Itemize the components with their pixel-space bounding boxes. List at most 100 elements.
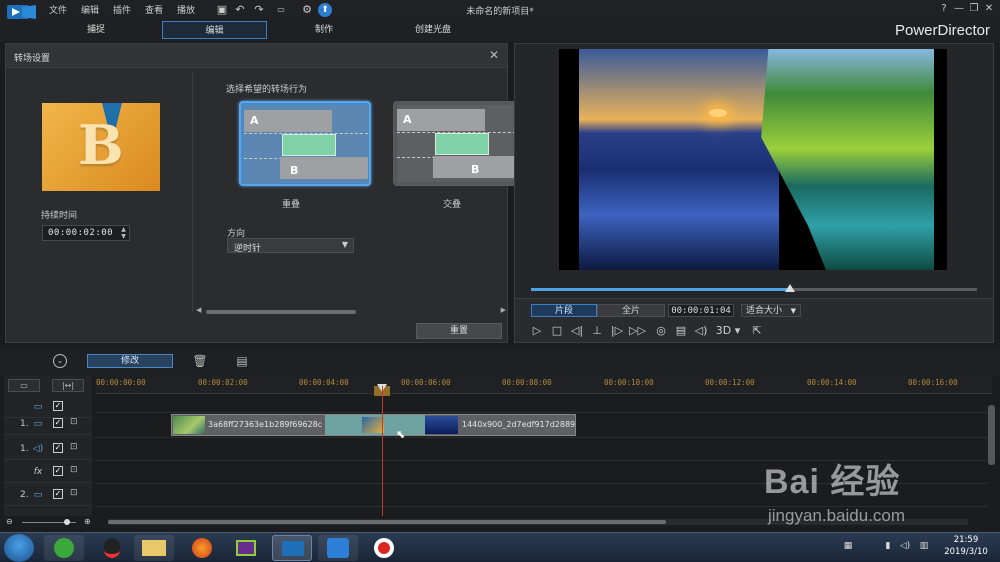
- option-cross-label: 交叠: [442, 200, 461, 210]
- menu-playback[interactable]: 播放: [177, 3, 195, 16]
- seekbar-handle[interactable]: [784, 284, 795, 292]
- track-enable-checkbox[interactable]: ✓: [53, 443, 63, 453]
- app-player-icon[interactable]: [318, 535, 358, 561]
- app-explorer-icon[interactable]: [134, 535, 174, 561]
- movie-mode-button[interactable]: 全片: [597, 304, 665, 317]
- upgrade-icon[interactable]: ⬆: [318, 3, 332, 17]
- scroll-right-icon[interactable]: ▶: [501, 306, 506, 314]
- app-360-icon[interactable]: [44, 535, 84, 561]
- fast-forward-icon[interactable]: ▷▷: [629, 323, 646, 339]
- video-clip[interactable]: 3a68ff27363e1b289f69628c 1440x900_2d7edf…: [171, 414, 576, 436]
- preview-controls: 片段 全片 00:00:01:04 适合大小 ▼ ▷ □ ◁| ⊥ |▷ ▷▷ ◎…: [515, 298, 993, 342]
- fit-size-select[interactable]: 适合大小 ▼: [741, 304, 801, 317]
- reset-button[interactable]: 重置: [416, 323, 502, 339]
- help-button[interactable]: ?: [938, 3, 950, 15]
- tray-keyboard-icon[interactable]: ▦: [842, 540, 854, 552]
- stop-icon[interactable]: □: [549, 323, 565, 339]
- menu-view[interactable]: 查看: [145, 3, 163, 16]
- video-track-icon: ▭: [33, 402, 43, 412]
- thumbnail-letter: B: [78, 113, 124, 177]
- save-icon[interactable]: ▣: [215, 3, 229, 17]
- split-icon[interactable]: ⊥: [589, 323, 605, 339]
- app-recorder-icon[interactable]: [364, 535, 404, 561]
- preview-panel: 片段 全片 00:00:01:04 适合大小 ▼ ▷ □ ◁| ⊥ |▷ ▷▷ ◎…: [514, 43, 994, 343]
- clip-mode-button[interactable]: 片段: [531, 304, 597, 317]
- restore-button[interactable]: ❐: [968, 3, 980, 15]
- track-manager-icon[interactable]: ▭: [8, 379, 40, 392]
- ruler-tick: 00:00:10:00: [604, 378, 654, 387]
- lock-icon[interactable]: ⊡: [70, 442, 80, 454]
- scroll-left-icon[interactable]: ◀: [196, 306, 201, 314]
- fit-timeline-icon[interactable]: |↔|: [52, 379, 84, 392]
- more-icon[interactable]: ▤: [234, 353, 250, 369]
- next-frame-icon[interactable]: |▷: [609, 323, 625, 339]
- track-enable-checkbox[interactable]: ✓: [53, 466, 63, 476]
- duration-value[interactable]: 00:00:02:00: [48, 228, 113, 238]
- scrollbar-thumb[interactable]: [206, 310, 356, 314]
- scrollbar-thumb[interactable]: [108, 520, 666, 524]
- ruler-tick: 00:00:06:00: [401, 378, 451, 387]
- expand-icon[interactable]: ⌄: [53, 354, 67, 368]
- menu-edit[interactable]: 编辑: [81, 3, 99, 16]
- direction-select[interactable]: 逆时针 ▼: [227, 238, 354, 254]
- settings-gear-icon[interactable]: ⚙: [300, 3, 314, 17]
- play-icon[interactable]: ▷: [529, 323, 545, 339]
- transition-block[interactable]: [325, 415, 425, 435]
- lock-icon[interactable]: ⊡: [70, 417, 80, 429]
- snapshot-icon[interactable]: ◎: [653, 323, 669, 339]
- ruler-tick: 00:00:14:00: [807, 378, 857, 387]
- options-scrollbar[interactable]: ◀ ▶: [196, 306, 506, 316]
- tray-date: 2019/3/10: [944, 547, 988, 557]
- tab-produce[interactable]: 制作: [284, 21, 364, 39]
- timeline-ruler[interactable]: 00:00:00:00 00:00:02:00 00:00:04:00 00:0…: [95, 376, 992, 394]
- tray-clock[interactable]: 21:59 2019/3/10: [936, 534, 996, 558]
- aspect-ratio-icon[interactable]: ▭: [272, 3, 290, 17]
- zoom-handle[interactable]: [64, 519, 70, 525]
- duration-spinner[interactable]: ▲ ▼: [119, 226, 128, 240]
- zoom-out-icon[interactable]: ⊖: [6, 517, 13, 526]
- timeline-zoom-slider[interactable]: ⊖ ⊕: [6, 517, 96, 527]
- app-powerdirector-icon[interactable]: [272, 535, 312, 561]
- undock-icon[interactable]: ⇱: [749, 323, 765, 339]
- tray-usb-icon[interactable]: ▮: [882, 540, 894, 552]
- track-enable-checkbox[interactable]: ✓: [53, 418, 63, 428]
- app-firefox-icon[interactable]: [182, 535, 222, 561]
- tab-edit[interactable]: 编辑: [162, 21, 267, 39]
- lock-icon[interactable]: ⊡: [70, 465, 80, 477]
- volume-icon[interactable]: ◁): [693, 323, 709, 339]
- option-cross[interactable]: A B: [393, 101, 525, 186]
- track-row-video-2: 2. ▭ ✓ ⊡: [4, 484, 92, 506]
- app-cyberlink-icon[interactable]: [226, 535, 266, 561]
- menu-plugins[interactable]: 插件: [113, 3, 131, 16]
- preview-seekbar[interactable]: [531, 284, 977, 292]
- tray-network-icon[interactable]: ▥: [918, 540, 930, 552]
- track-enable-checkbox[interactable]: ✓: [53, 489, 63, 499]
- subtitle-icon[interactable]: ▤: [673, 323, 689, 339]
- video-track-icon: ▭: [33, 490, 43, 500]
- option-overlap[interactable]: A B: [239, 101, 371, 186]
- tab-capture[interactable]: 捕捉: [56, 21, 136, 39]
- audio-track-icon: ◁): [32, 444, 44, 454]
- close-icon[interactable]: ✕: [489, 48, 499, 62]
- redo-icon[interactable]: ↷: [252, 3, 266, 17]
- duration-input[interactable]: 00:00:02:00 ▲ ▼: [42, 225, 130, 241]
- zoom-in-icon[interactable]: ⊕: [84, 517, 91, 526]
- start-button-icon[interactable]: [4, 534, 34, 562]
- delete-icon[interactable]: 🗑: [192, 353, 208, 369]
- preview-timecode[interactable]: 00:00:01:04: [668, 304, 734, 317]
- preview-canvas[interactable]: [559, 49, 947, 270]
- panel-title: 转场设置: [14, 54, 51, 64]
- tab-create-disc[interactable]: 创建光盘: [393, 21, 473, 39]
- track-enable-checkbox[interactable]: ✓: [53, 401, 63, 411]
- watermark-main: Bai 经验: [764, 463, 901, 501]
- modify-button[interactable]: 修改: [87, 354, 173, 368]
- menu-file[interactable]: 文件: [49, 3, 67, 16]
- app-qq-icon[interactable]: [92, 535, 132, 561]
- 3d-icon[interactable]: 3D ▾: [715, 323, 741, 339]
- undo-icon[interactable]: ↶: [233, 3, 247, 17]
- prev-frame-icon[interactable]: ◁|: [569, 323, 585, 339]
- tray-volume-icon[interactable]: ◁): [899, 540, 911, 552]
- minimize-button[interactable]: —: [953, 3, 965, 15]
- lock-icon[interactable]: ⊡: [70, 488, 80, 500]
- close-button[interactable]: ✕: [983, 3, 995, 15]
